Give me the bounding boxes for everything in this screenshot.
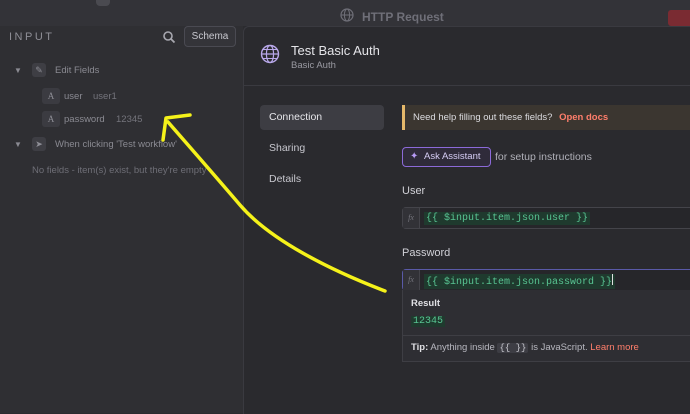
credential-modal: Test Basic Auth Basic Auth Connection Sh… — [243, 26, 690, 414]
chevron-down-icon[interactable]: ▼ — [14, 66, 22, 75]
empty-fields-message: No fields - item(s) exist, but they're e… — [32, 165, 207, 176]
fx-icon: fx — [403, 208, 420, 228]
result-label: Result — [411, 298, 441, 309]
cursor-icon: ➤ — [32, 137, 46, 151]
modal-header: Test Basic Auth Basic Auth — [244, 27, 690, 86]
field-value-password: 12345 — [116, 114, 143, 125]
open-docs-link[interactable]: Open docs — [559, 112, 608, 123]
learn-more-link[interactable]: Learn more — [590, 342, 639, 353]
assist-note: for setup instructions — [495, 151, 592, 163]
help-banner: Need help filling out these fields? Open… — [402, 105, 690, 130]
trigger-node-label[interactable]: When clicking 'Test workflow' — [55, 139, 177, 150]
password-expression-value: {{ $input.item.json.password }} — [424, 274, 616, 289]
tip-text-post: is JavaScript. — [531, 342, 588, 353]
field-name-password[interactable]: password — [64, 114, 105, 125]
user-expression-value: {{ $input.item.json.user }} — [424, 212, 591, 225]
nav-connection[interactable]: Connection — [260, 105, 384, 130]
background-tab — [96, 0, 110, 6]
result-value: 12345 — [411, 316, 446, 327]
string-type-icon: A — [42, 111, 60, 127]
password-expression-field[interactable]: fx {{ $input.item.json.password }} — [402, 269, 690, 291]
globe-icon — [340, 8, 354, 22]
fx-icon: fx — [403, 270, 420, 290]
sparkle-icon: ✦ — [410, 151, 419, 162]
password-label: Password — [402, 247, 451, 259]
string-type-icon: A — [42, 88, 60, 104]
input-panel-title: INPUT — [9, 31, 55, 43]
search-icon[interactable] — [162, 30, 176, 44]
nav-details[interactable]: Details — [260, 167, 384, 192]
tip-text: Anything inside — [430, 342, 495, 353]
help-text: Need help filling out these fields? — [413, 112, 553, 123]
nav-sharing[interactable]: Sharing — [260, 136, 384, 161]
http-request-title: HTTP Request — [362, 10, 444, 24]
edit-fields-node-label[interactable]: Edit Fields — [55, 65, 99, 76]
globe-icon — [260, 44, 280, 64]
pencil-icon: ✎ — [32, 63, 46, 77]
expression-tip: Tip: Anything inside {{ }} is JavaScript… — [411, 342, 639, 353]
user-expression-field[interactable]: fx {{ $input.item.json.user }} — [402, 207, 690, 229]
chevron-down-icon[interactable]: ▼ — [14, 140, 22, 149]
tip-braces: {{ }} — [497, 343, 529, 353]
ask-assistant-label: Ask Assistant — [424, 151, 481, 162]
expression-result-panel: Result 12345 Tip: Anything inside {{ }} … — [402, 290, 690, 362]
text-cursor — [612, 274, 614, 285]
modal-subtitle: Basic Auth — [291, 60, 336, 71]
input-panel: INPUT Schema ▼ ✎ Edit Fields A user user… — [0, 26, 243, 413]
http-request-red-button[interactable] — [668, 10, 690, 26]
schema-button[interactable]: Schema — [184, 26, 236, 47]
field-name-user[interactable]: user — [64, 91, 82, 102]
ask-assistant-button[interactable]: ✦ Ask Assistant — [402, 147, 491, 167]
modal-title[interactable]: Test Basic Auth — [291, 43, 380, 58]
field-value-user: user1 — [93, 91, 117, 102]
user-label: User — [402, 185, 426, 197]
tip-label: Tip: — [411, 342, 429, 353]
divider — [403, 335, 690, 336]
http-request-header: HTTP Request — [330, 0, 690, 26]
